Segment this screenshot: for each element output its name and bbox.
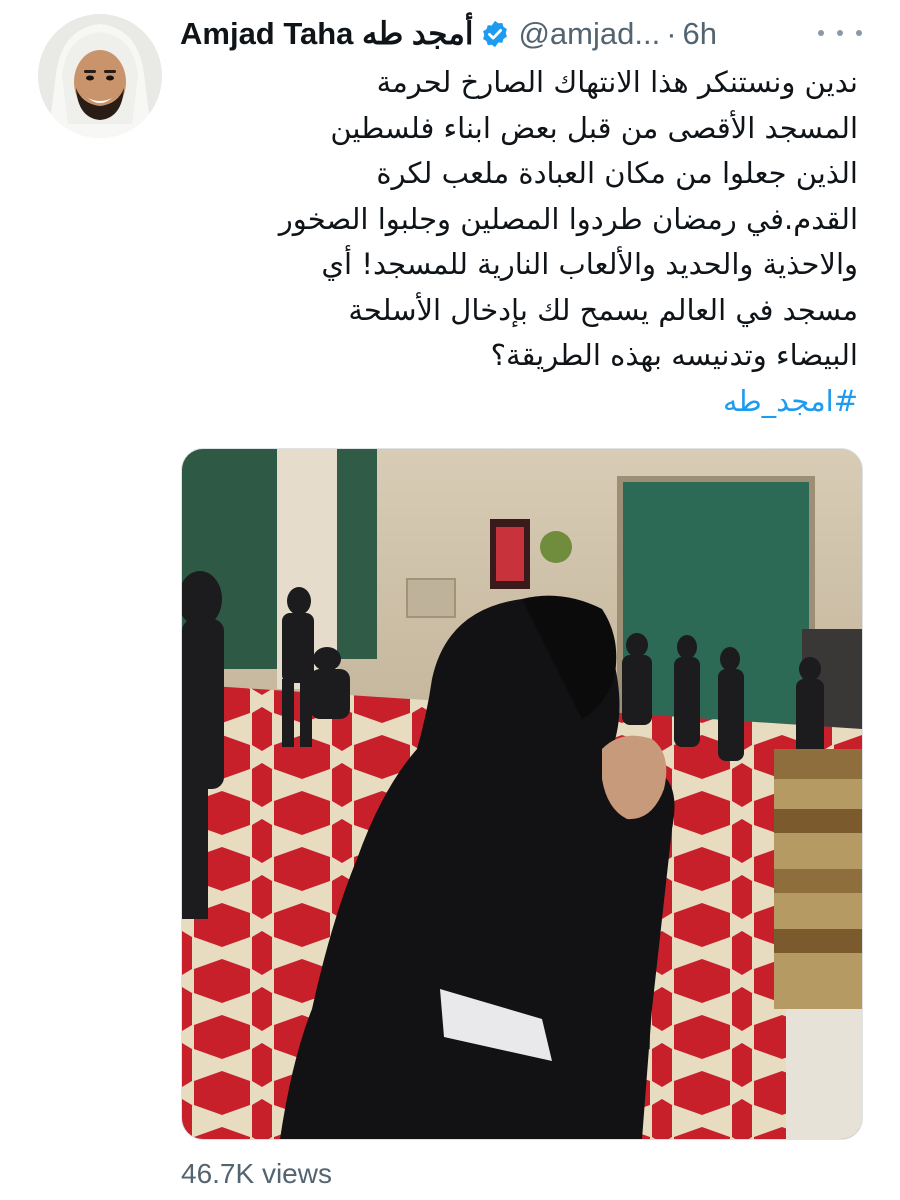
tweet-text-line: الذين جعلوا من مكان العبادة ملعب لكرة bbox=[376, 156, 858, 190]
tweet-text-line: البيضاء وتدنيسه بهذه الطريقة؟ bbox=[490, 338, 858, 372]
tweet-timestamp[interactable]: 6h bbox=[683, 16, 717, 52]
header-separator: · bbox=[666, 16, 677, 51]
tweet-text-line: ندين ونستنكر هذا الانتهاك الصارخ لحرمة bbox=[376, 65, 858, 99]
author-handle[interactable]: @amjad... bbox=[518, 16, 660, 52]
more-options-icon[interactable] bbox=[818, 18, 862, 48]
tweet-media-video[interactable] bbox=[181, 448, 863, 1140]
tweet-text-line: مسجد في العالم يسمح لك بإدخال الأسلحة bbox=[348, 292, 858, 327]
hashtag-link[interactable]: #امجد_طه bbox=[178, 379, 858, 425]
verified-badge-icon bbox=[480, 19, 510, 49]
tweet-text: ندين ونستنكر هذا الانتهاك الصارخ لحرمة ا… bbox=[178, 60, 858, 424]
tweet-text-line: المسجد الأقصى من قبل بعض ابناء فلسطين bbox=[330, 110, 858, 145]
tweet-text-line: والاحذية والحديد والألعاب النارية للمسجد… bbox=[321, 247, 858, 281]
author-name[interactable]: Amjad Taha أمجد طه bbox=[180, 16, 473, 52]
view-count: 46.7K views bbox=[181, 1158, 332, 1189]
avatar-photo bbox=[38, 14, 162, 138]
tweet-header: Amjad Taha أمجد طه @amjad... · 6h bbox=[180, 12, 880, 56]
video-frame-image bbox=[182, 449, 862, 1139]
author-avatar[interactable] bbox=[38, 14, 162, 138]
tweet-text-line: القدم.في رمضان طردوا المصلين وجلبوا الصخ… bbox=[278, 201, 858, 236]
